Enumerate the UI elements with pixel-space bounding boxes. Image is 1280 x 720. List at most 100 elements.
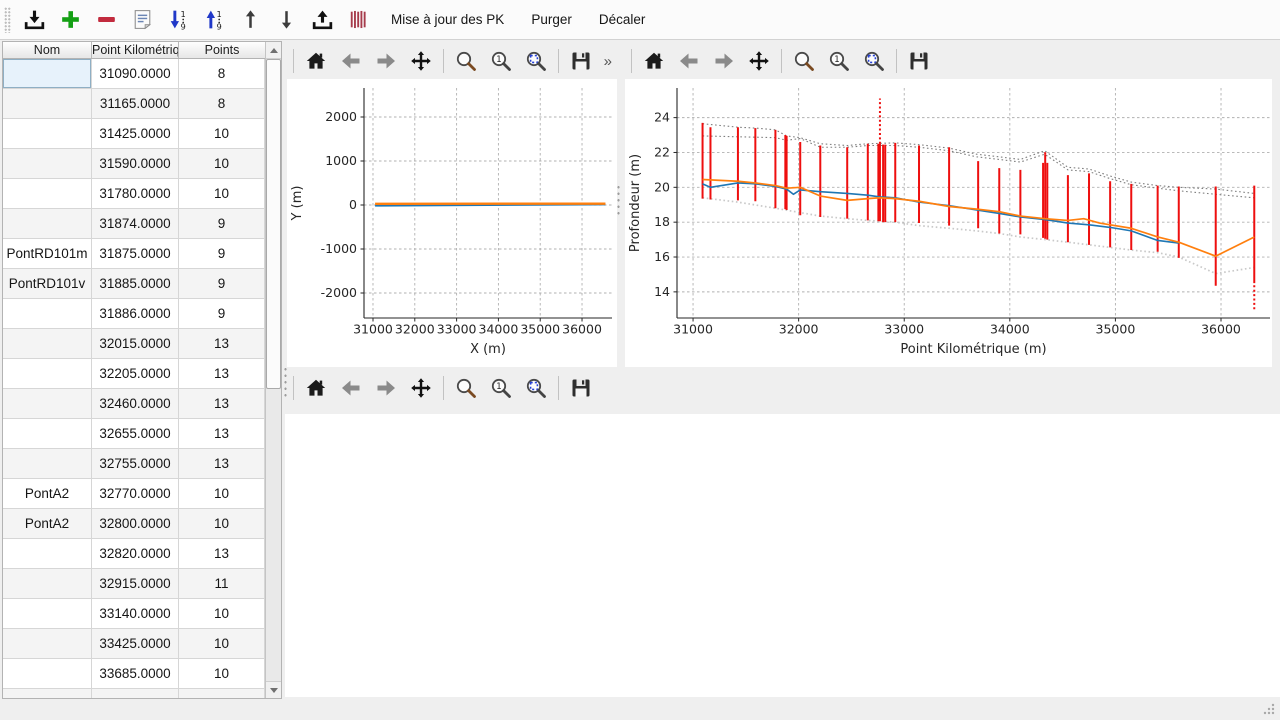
back-button[interactable] <box>338 375 364 401</box>
home-button[interactable] <box>303 375 329 401</box>
table-cell-points[interactable]: 10 <box>179 479 265 509</box>
column-header-nom[interactable]: Nom <box>3 42 92 58</box>
table-cell-pk[interactable] <box>92 689 179 699</box>
table-cell-pk[interactable]: 33140.0000 <box>92 599 179 629</box>
zoom-fit-button[interactable] <box>523 375 549 401</box>
back-button[interactable] <box>338 48 364 74</box>
toolbar-overflow-button[interactable]: » <box>604 53 611 70</box>
table-cell-points[interactable]: 9 <box>179 239 265 269</box>
table-cell-points[interactable]: 10 <box>179 629 265 659</box>
table-cell-points[interactable]: 13 <box>179 329 265 359</box>
pan-button[interactable] <box>408 375 434 401</box>
table-cell-nom[interactable] <box>3 89 92 119</box>
table-cell-nom[interactable] <box>3 569 92 599</box>
table-cell-pk[interactable]: 33425.0000 <box>92 629 179 659</box>
add-button[interactable] <box>55 4 86 35</box>
import-button[interactable] <box>19 4 50 35</box>
table-cell-pk[interactable]: 32655.0000 <box>92 419 179 449</box>
forward-button[interactable] <box>373 375 399 401</box>
table-cell-points[interactable]: 13 <box>179 419 265 449</box>
table-cell-pk[interactable]: 31874.0000 <box>92 209 179 239</box>
table-cell-pk[interactable]: 31425.0000 <box>92 119 179 149</box>
table-cell-nom[interactable]: PontA2 <box>3 509 92 539</box>
forward-button[interactable] <box>711 48 737 74</box>
export-button[interactable] <box>307 4 338 35</box>
table-cell-points[interactable]: 9 <box>179 209 265 239</box>
zoom-original-button[interactable]: 1 <box>826 48 852 74</box>
table-cell-points[interactable]: 10 <box>179 179 265 209</box>
zoom-button[interactable] <box>453 48 479 74</box>
table-cell-nom[interactable] <box>3 299 92 329</box>
red-stripes-button[interactable] <box>343 4 374 35</box>
remove-button[interactable] <box>91 4 122 35</box>
sort-ascending-button[interactable]: 19 <box>163 4 194 35</box>
forward-button[interactable] <box>373 48 399 74</box>
table-cell-points[interactable]: 8 <box>179 89 265 119</box>
table-cell-nom[interactable]: PontRD101v <box>3 269 92 299</box>
table-cell-pk[interactable]: 31165.0000 <box>92 89 179 119</box>
left-plot-canvas[interactable]: 310003200033000340003500036000-2000-1000… <box>287 79 617 367</box>
table-cell-pk[interactable]: 31875.0000 <box>92 239 179 269</box>
window-resize-grip[interactable] <box>1262 702 1276 716</box>
table-cell-points[interactable]: 10 <box>179 599 265 629</box>
document-button[interactable] <box>127 4 158 35</box>
shift-button[interactable]: Décaler <box>589 5 656 35</box>
table-cell-nom[interactable] <box>3 359 92 389</box>
scrollbar-up-button[interactable] <box>266 42 281 59</box>
table-cell-nom[interactable] <box>3 689 92 699</box>
table-cell-nom[interactable] <box>3 629 92 659</box>
table-cell-pk[interactable]: 32205.0000 <box>92 359 179 389</box>
save-button[interactable] <box>568 375 594 401</box>
table-cell-points[interactable]: 13 <box>179 389 265 419</box>
table-cell-nom[interactable] <box>3 149 92 179</box>
table-cell-pk[interactable]: 33685.0000 <box>92 659 179 689</box>
xy-plan-chart[interactable]: 310003200033000340003500036000-2000-1000… <box>287 79 617 367</box>
table-cell-nom[interactable] <box>3 389 92 419</box>
table-cell-pk[interactable]: 32820.0000 <box>92 539 179 569</box>
zoom-original-button[interactable]: 1 <box>488 48 514 74</box>
scrollbar-down-button[interactable] <box>266 681 281 698</box>
purge-button[interactable]: Purger <box>521 5 582 35</box>
table-cell-nom[interactable] <box>3 179 92 209</box>
table-cell-nom[interactable] <box>3 659 92 689</box>
table-cell-points[interactable]: 10 <box>179 509 265 539</box>
table-cell-points[interactable]: 10 <box>179 149 265 179</box>
table-cell-points[interactable]: 8 <box>179 59 265 89</box>
table-cell-points[interactable]: 9 <box>179 269 265 299</box>
column-header-points[interactable]: Points <box>179 42 265 58</box>
back-button[interactable] <box>676 48 702 74</box>
move-down-button[interactable] <box>271 4 302 35</box>
save-button[interactable] <box>568 48 594 74</box>
table-cell-nom[interactable] <box>3 119 92 149</box>
save-button[interactable] <box>906 48 932 74</box>
table-cell-pk[interactable]: 32915.0000 <box>92 569 179 599</box>
move-up-button[interactable] <box>235 4 266 35</box>
table-cell-points[interactable]: 13 <box>179 359 265 389</box>
table-cell-pk[interactable]: 32755.0000 <box>92 449 179 479</box>
zoom-button[interactable] <box>791 48 817 74</box>
zoom-button[interactable] <box>453 375 479 401</box>
table-cell-points[interactable]: 9 <box>179 299 265 329</box>
bottom-plot-canvas[interactable] <box>285 414 1280 697</box>
zoom-fit-button[interactable] <box>523 48 549 74</box>
table-cell-nom[interactable] <box>3 329 92 359</box>
scrollbar-thumb[interactable] <box>266 59 281 389</box>
table-cell-nom[interactable]: PontRD101m <box>3 239 92 269</box>
table-cell-points[interactable] <box>179 689 265 699</box>
zoom-fit-button[interactable] <box>861 48 887 74</box>
update-pk-button[interactable]: Mise à jour des PK <box>381 5 514 35</box>
pan-button[interactable] <box>408 48 434 74</box>
table-cell-nom[interactable]: PontA2 <box>3 479 92 509</box>
table-cell-points[interactable]: 11 <box>179 569 265 599</box>
table-cell-pk[interactable]: 32800.0000 <box>92 509 179 539</box>
pan-button[interactable] <box>746 48 772 74</box>
table-cell-pk[interactable]: 32015.0000 <box>92 329 179 359</box>
table-vertical-scrollbar[interactable] <box>265 42 281 698</box>
toolbar-drag-handle[interactable] <box>4 7 11 33</box>
table-cell-nom[interactable] <box>3 419 92 449</box>
table-cell-pk[interactable]: 31886.0000 <box>92 299 179 329</box>
table-cell-points[interactable]: 13 <box>179 449 265 479</box>
sort-descending-button[interactable]: 19 <box>199 4 230 35</box>
table-cell-pk[interactable]: 31885.0000 <box>92 269 179 299</box>
profondeur-chart[interactable]: 3100032000330003400035000360001416182022… <box>625 79 1272 367</box>
